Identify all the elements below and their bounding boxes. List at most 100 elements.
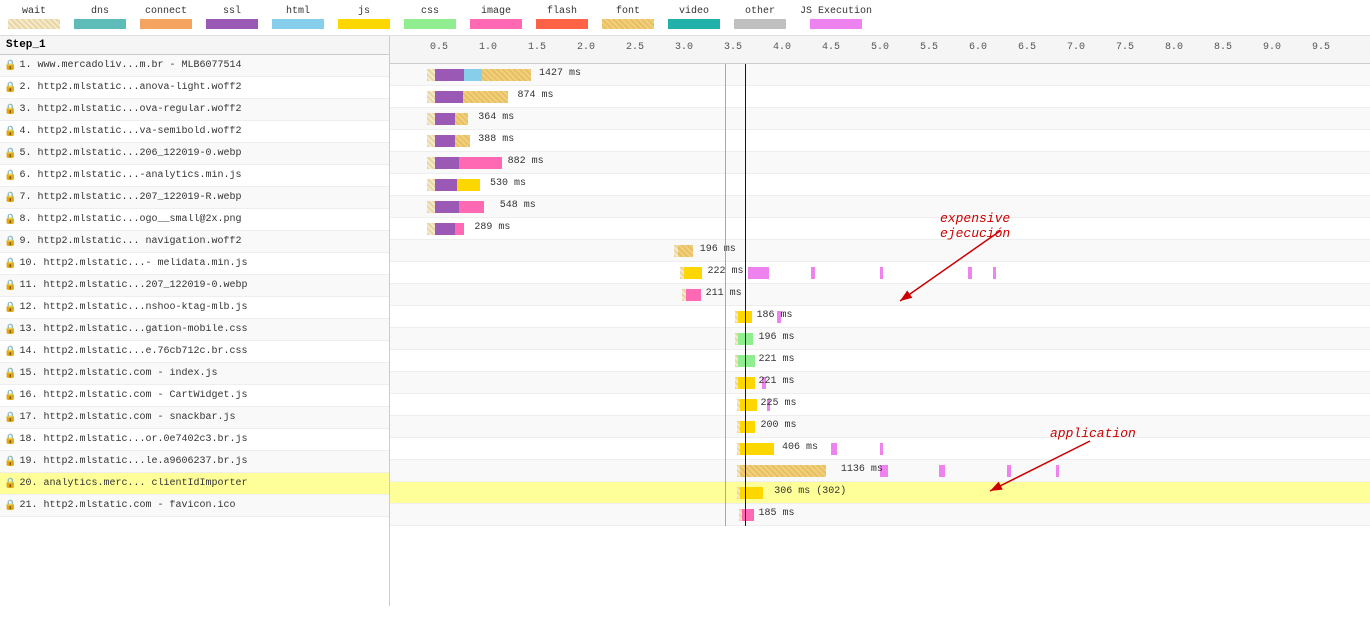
blue-vline [745,64,746,526]
lock-icon: 🔒 [4,258,16,270]
bar-segment [684,267,702,279]
step-header: Step_1 [0,36,389,55]
resource-row-5[interactable]: 🔒5. http2.mlstatic...206_122019-0.webp [0,143,389,165]
resource-row-9[interactable]: 🔒9. http2.mlstatic... navigation.woff2 [0,231,389,253]
js-exec-bar [831,443,837,455]
bar-time-label: 1136 ms [841,464,883,475]
tick-0.5: 0.5 [430,42,448,53]
lock-icon: 🔒 [4,148,16,160]
waterfall-row-4: 388 ms [390,130,1370,152]
bar-segment [455,113,469,125]
video-swatch [668,19,720,29]
bar-segment [464,69,482,81]
bar-segment [427,69,435,81]
tick-4.0: 4.0 [773,42,791,53]
bar-time-label: 221 ms [759,354,795,365]
bar-segment [435,91,462,103]
waterfall-row-14: 221 ms [390,350,1370,372]
wait-swatch [8,19,60,29]
js-exec-bar [811,267,815,279]
lock-icon: 🔒 [4,236,16,248]
bar-segment [463,91,508,103]
resource-name: 9. http2.mlstatic... navigation.woff2 [19,236,241,247]
tick-8.0: 8.0 [1165,42,1183,53]
js-exec-swatch [810,19,862,29]
js-exec-bar [880,267,883,279]
resource-row-1[interactable]: 🔒1. www.mercadoliv...m.br - MLB6077514 [0,55,389,77]
bar-time-label: 882 ms [508,156,544,167]
tick-4.5: 4.5 [822,42,840,53]
resource-name: 2. http2.mlstatic...anova-light.woff2 [19,82,241,93]
bar-time-label: 200 ms [760,420,796,431]
resource-row-2[interactable]: 🔒2. http2.mlstatic...anova-light.woff2 [0,77,389,99]
resource-row-8[interactable]: 🔒8. http2.mlstatic...ogo__small@2x.png [0,209,389,231]
resource-row-13[interactable]: 🔒13. http2.mlstatic...gation-mobile.css [0,319,389,341]
waterfall-row-6: 530 ms [390,174,1370,196]
ssl-swatch [206,19,258,29]
lock-icon: 🔒 [4,60,16,72]
resource-row-17[interactable]: 🔒17. http2.mlstatic.com - snackbar.js [0,407,389,429]
resource-rows: 🔒1. www.mercadoliv...m.br - MLB6077514🔒2… [0,55,389,517]
step-label: Step_1 [6,39,46,51]
resource-name: 12. http2.mlstatic...nshoo-ktag-mlb.js [19,302,247,313]
bar-segment [457,179,481,191]
waterfall-row-7: 548 ms [390,196,1370,218]
bar-time-label: 874 ms [517,90,553,101]
resource-row-12[interactable]: 🔒12. http2.mlstatic...nshoo-ktag-mlb.js [0,297,389,319]
resource-row-3[interactable]: 🔒3. http2.mlstatic...ova-regular.woff2 [0,99,389,121]
resource-row-20[interactable]: 🔒20. analytics.merc... clientIdImporter [0,473,389,495]
bar-segment [435,223,455,235]
waterfall-row-20: 306 ms (302) [390,482,1370,504]
resource-name: 20. analytics.merc... clientIdImporter [19,478,247,489]
legend-js: js [338,6,390,29]
bar-time-label: 388 ms [478,134,514,145]
bar-segment [740,487,764,499]
waterfall-row-8: 289 ms [390,218,1370,240]
resource-row-16[interactable]: 🔒16. http2.mlstatic.com - CartWidget.js [0,385,389,407]
resource-row-10[interactable]: 🔒10. http2.mlstatic...- melidata.min.js [0,253,389,275]
resource-name: 5. http2.mlstatic...206_122019-0.webp [19,148,241,159]
bar-time-label: 221 ms [759,376,795,387]
css-swatch [404,19,456,29]
lock-icon: 🔒 [4,390,16,402]
lock-icon: 🔒 [4,500,16,512]
waterfall-row-2: 874 ms [390,86,1370,108]
resource-row-18[interactable]: 🔒18. http2.mlstatic...or.0e7402c3.br.js [0,429,389,451]
tick-9.0: 9.0 [1263,42,1281,53]
resource-name: 16. http2.mlstatic.com - CartWidget.js [19,390,247,401]
resource-row-11[interactable]: 🔒11. http2.mlstatic...207_122019-0.webp [0,275,389,297]
resource-name: 17. http2.mlstatic.com - snackbar.js [19,412,235,423]
bar-segment [678,245,693,257]
bar-segment [435,201,459,213]
resource-row-7[interactable]: 🔒7. http2.mlstatic...207_122019-R.webp [0,187,389,209]
tick-1.5: 1.5 [528,42,546,53]
resource-name: 6. http2.mlstatic...-analytics.min.js [19,170,241,181]
lock-icon: 🔒 [4,280,16,292]
yellow-vline [725,64,726,526]
resource-name: 18. http2.mlstatic...or.0e7402c3.br.js [19,434,247,445]
bar-segment [740,465,826,477]
resource-name: 3. http2.mlstatic...ova-regular.woff2 [19,104,241,115]
other-swatch [734,19,786,29]
resource-row-21[interactable]: 🔒21. http2.mlstatic.com - favicon.ico [0,495,389,517]
bar-segment [427,157,435,169]
lock-icon: 🔒 [4,126,16,138]
resource-row-6[interactable]: 🔒6. http2.mlstatic...-analytics.min.js [0,165,389,187]
waterfall-row-15: 221 ms [390,372,1370,394]
resource-list: Step_1 🔒1. www.mercadoliv...m.br - MLB60… [0,36,390,606]
resource-row-4[interactable]: 🔒4. http2.mlstatic...va-semibold.woff2 [0,121,389,143]
js-swatch [338,19,390,29]
waterfall-row-17: 200 ms [390,416,1370,438]
bar-segment [435,157,459,169]
bar-time-label: 211 ms [706,288,742,299]
waterfall-row-5: 882 ms [390,152,1370,174]
resource-name: 19. http2.mlstatic...le.a9606237.br.js [19,456,247,467]
resource-row-15[interactable]: 🔒15. http2.mlstatic.com - index.js [0,363,389,385]
resource-row-14[interactable]: 🔒14. http2.mlstatic...e.76cb712c.br.css [0,341,389,363]
resource-row-19[interactable]: 🔒19. http2.mlstatic...le.a9606237.br.js [0,451,389,473]
resource-name: 21. http2.mlstatic.com - favicon.ico [19,500,235,511]
js-exec-bar [1056,465,1059,477]
tick-8.5: 8.5 [1214,42,1232,53]
legend-wait: wait [8,6,60,29]
tick-6.0: 6.0 [969,42,987,53]
